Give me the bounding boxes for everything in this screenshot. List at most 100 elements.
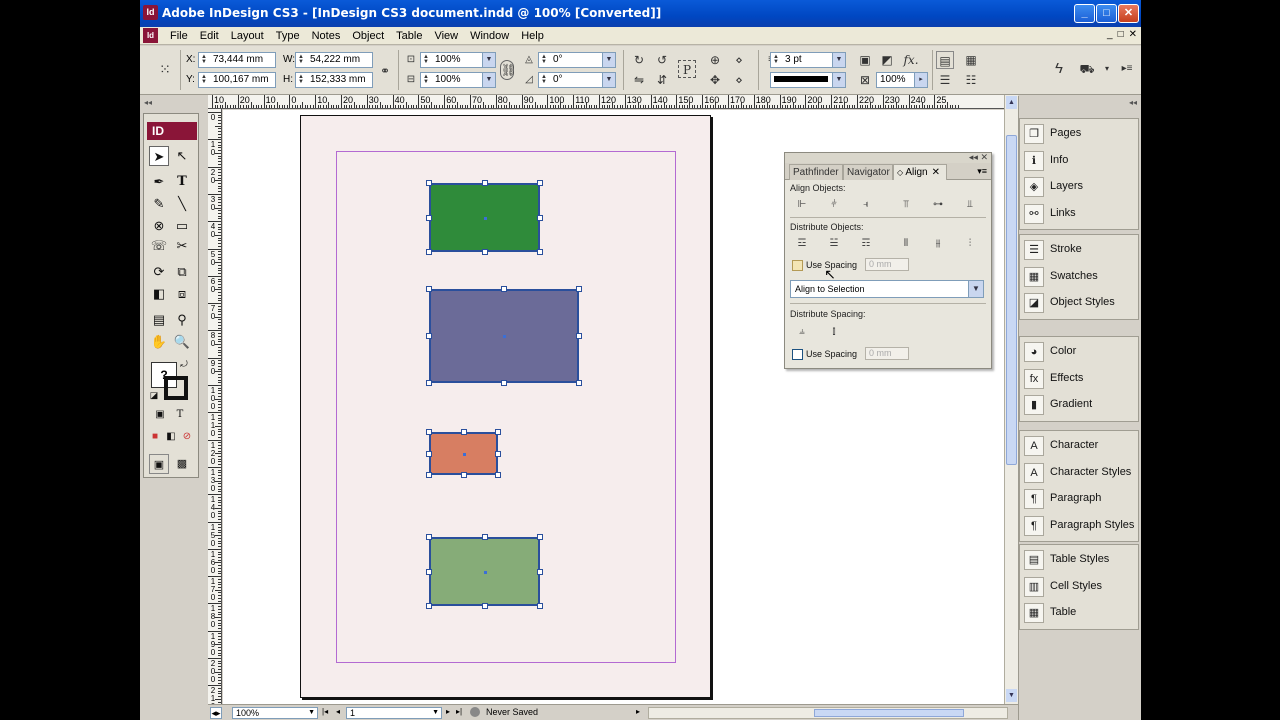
menu-layout[interactable]: Layout <box>225 29 270 43</box>
selection-handle[interactable] <box>501 380 507 386</box>
dropdown-arrow-icon[interactable]: ▼ <box>968 281 983 297</box>
rotate-ccw-icon[interactable]: ↺ <box>653 51 671 69</box>
effects-fx-icon[interactable]: fx. <box>902 51 920 69</box>
selection-handle[interactable] <box>426 249 432 255</box>
line-tool-icon[interactable]: ╲ <box>172 194 192 214</box>
dropdown-arrow-icon[interactable]: ▼ <box>602 73 615 87</box>
distribute-top-edges-icon[interactable]: ☲ <box>793 237 811 251</box>
close-button[interactable]: ✕ <box>1118 4 1139 23</box>
dock-item-effects[interactable]: fx Effects <box>1022 367 1136 391</box>
horizontal-scrollbar-thumb[interactable] <box>814 709 964 717</box>
text-frame-options-icon[interactable]: ▤ <box>936 51 954 69</box>
dock-item-stroke[interactable]: ☰ Stroke <box>1022 238 1136 262</box>
selection-handle[interactable] <box>576 286 582 292</box>
selection-handle[interactable] <box>426 333 432 339</box>
scrollbar-thumb[interactable] <box>1006 135 1017 465</box>
minimize-button[interactable]: _ <box>1074 4 1095 23</box>
distribute-spacing-field-2[interactable]: 0 mm <box>865 347 909 360</box>
align-vertical-centers-icon[interactable]: ⊶ <box>929 198 947 212</box>
flip-vertical-icon[interactable]: ⇵ <box>653 71 671 89</box>
frame-fitting-icon[interactable]: ▦ <box>962 51 980 69</box>
selection-handle[interactable] <box>426 429 432 435</box>
use-spacing-checkbox[interactable] <box>792 260 803 271</box>
selection-handle[interactable] <box>501 286 507 292</box>
flip-horizontal-icon[interactable]: ⇋ <box>630 71 648 89</box>
menu-object[interactable]: Object <box>346 29 390 43</box>
dock-item-cell-styles[interactable]: ▥ Cell Styles <box>1022 575 1136 599</box>
menu-table[interactable]: Table <box>390 29 428 43</box>
apply-color-icon[interactable]: ■ <box>148 430 162 444</box>
collapse-arrows-icon[interactable]: ◂◂ <box>144 98 152 107</box>
scroll-down-arrow-icon[interactable]: ▼ <box>1006 689 1017 702</box>
dock-item-character[interactable]: A Character <box>1022 434 1136 458</box>
dock-item-table-styles[interactable]: ▤ Table Styles <box>1022 548 1136 572</box>
rotate-tool-icon[interactable]: ⟳ <box>149 262 169 282</box>
selection-handle[interactable] <box>426 472 432 478</box>
align-right-edges-icon[interactable]: ⫣ <box>857 198 875 212</box>
bridge-icon[interactable]: ⛟ <box>1078 60 1096 78</box>
selection-handle[interactable] <box>426 214 432 221</box>
stroke-weight-field[interactable]: ▲ ▼ 3 pt ▼ <box>770 52 846 68</box>
panel-menu-icon[interactable]: ▾≡ <box>977 166 987 177</box>
document-page[interactable] <box>300 115 711 698</box>
drop-shadow-icon[interactable]: ◩ <box>878 51 896 69</box>
reference-point-icon[interactable]: ⁙ <box>156 60 174 78</box>
scale-x-field[interactable]: ▲ ▼ 100% ▼ <box>420 52 496 68</box>
dock-item-paragraph[interactable]: ¶ Paragraph <box>1022 487 1136 511</box>
selection-handle[interactable] <box>481 603 488 609</box>
selection-handle[interactable] <box>481 249 488 255</box>
dock-item-gradient[interactable]: ▮ Gradient <box>1022 393 1136 417</box>
selection-handle[interactable] <box>481 180 488 186</box>
first-page-icon[interactable]: |◂ <box>322 707 328 716</box>
selection-handle[interactable] <box>426 568 432 575</box>
fill-icon[interactable]: ⊠ <box>856 71 874 89</box>
selection-handle[interactable] <box>537 534 543 540</box>
distribute-vertical-space-icon[interactable]: ⫨ <box>793 325 811 339</box>
selection-handle[interactable] <box>426 603 432 609</box>
scale-y-field[interactable]: ▲ ▼ 100% ▼ <box>420 72 496 88</box>
distribute-horizontal-centers-icon[interactable]: ⫵ <box>929 237 947 251</box>
selection-handle[interactable] <box>495 472 501 478</box>
opacity-field[interactable]: 100% ▸ <box>876 72 928 88</box>
preview-view-icon[interactable]: ▩ <box>172 454 192 474</box>
salmon-rectangle[interactable] <box>426 429 501 478</box>
direct-selection-tool-icon[interactable]: ↖ <box>172 146 192 166</box>
zoom-menu-icon[interactable]: ◂▸ <box>210 707 222 719</box>
apply-none-icon[interactable]: ⊘ <box>180 430 194 444</box>
note-tool-icon[interactable]: ▤ <box>149 310 169 330</box>
rectangle-frame-tool-icon[interactable]: ⊗ <box>149 216 169 236</box>
selection-handle[interactable] <box>495 429 501 435</box>
dock-item-info[interactable]: ℹ Info <box>1022 149 1136 173</box>
button-tool-icon[interactable]: ☏ <box>149 236 169 256</box>
expand-dock-icon[interactable]: ◂◂ <box>1129 98 1137 107</box>
selection-handle[interactable] <box>460 472 467 478</box>
selection-handle[interactable] <box>426 180 432 186</box>
select-container-icon[interactable]: ⊕ <box>706 51 724 69</box>
selection-handle[interactable] <box>426 534 432 540</box>
dropdown-arrow-icon[interactable]: ▼ <box>308 708 315 718</box>
selection-handle[interactable] <box>460 429 467 435</box>
h-field[interactable]: ▲ ▼ 152,333 mm <box>295 72 373 88</box>
select-previous-icon[interactable]: ⋄ <box>730 71 748 89</box>
default-fill-stroke-icon[interactable]: ◪ <box>148 389 160 401</box>
dock-item-swatches[interactable]: ▦ Swatches <box>1022 265 1136 289</box>
panel-menu-arrow-icon[interactable]: ▾ <box>1098 60 1116 78</box>
document-icon[interactable]: Id <box>143 28 158 43</box>
dropdown-arrow-icon[interactable]: ▼ <box>832 73 845 87</box>
align-bottom-edges-icon[interactable]: ⫫ <box>961 198 979 212</box>
vertical-scrollbar[interactable]: ▲ ▼ <box>1004 95 1018 704</box>
doc-close-button[interactable]: ✕ <box>1129 29 1137 40</box>
align-icon[interactable]: ☰ <box>936 71 954 89</box>
selection-handle[interactable] <box>426 450 432 457</box>
version-cue-icon[interactable] <box>470 707 480 717</box>
doc-restore-button[interactable]: □ <box>1118 29 1124 40</box>
last-page-icon[interactable]: ▸| <box>456 707 462 716</box>
menu-help[interactable]: Help <box>515 29 550 43</box>
distribute-icon[interactable]: ☷ <box>962 71 980 89</box>
dock-item-pages[interactable]: ❐ Pages <box>1022 122 1136 146</box>
gradient-tool-icon[interactable]: ◧ <box>149 284 169 304</box>
hand-tool-icon[interactable]: ✋ <box>149 332 169 352</box>
menu-window[interactable]: Window <box>464 29 515 43</box>
y-field[interactable]: ▲ ▼ 100,167 mm <box>198 72 276 88</box>
rotate-field[interactable]: ▲ ▼ 0° ▼ <box>538 52 616 68</box>
